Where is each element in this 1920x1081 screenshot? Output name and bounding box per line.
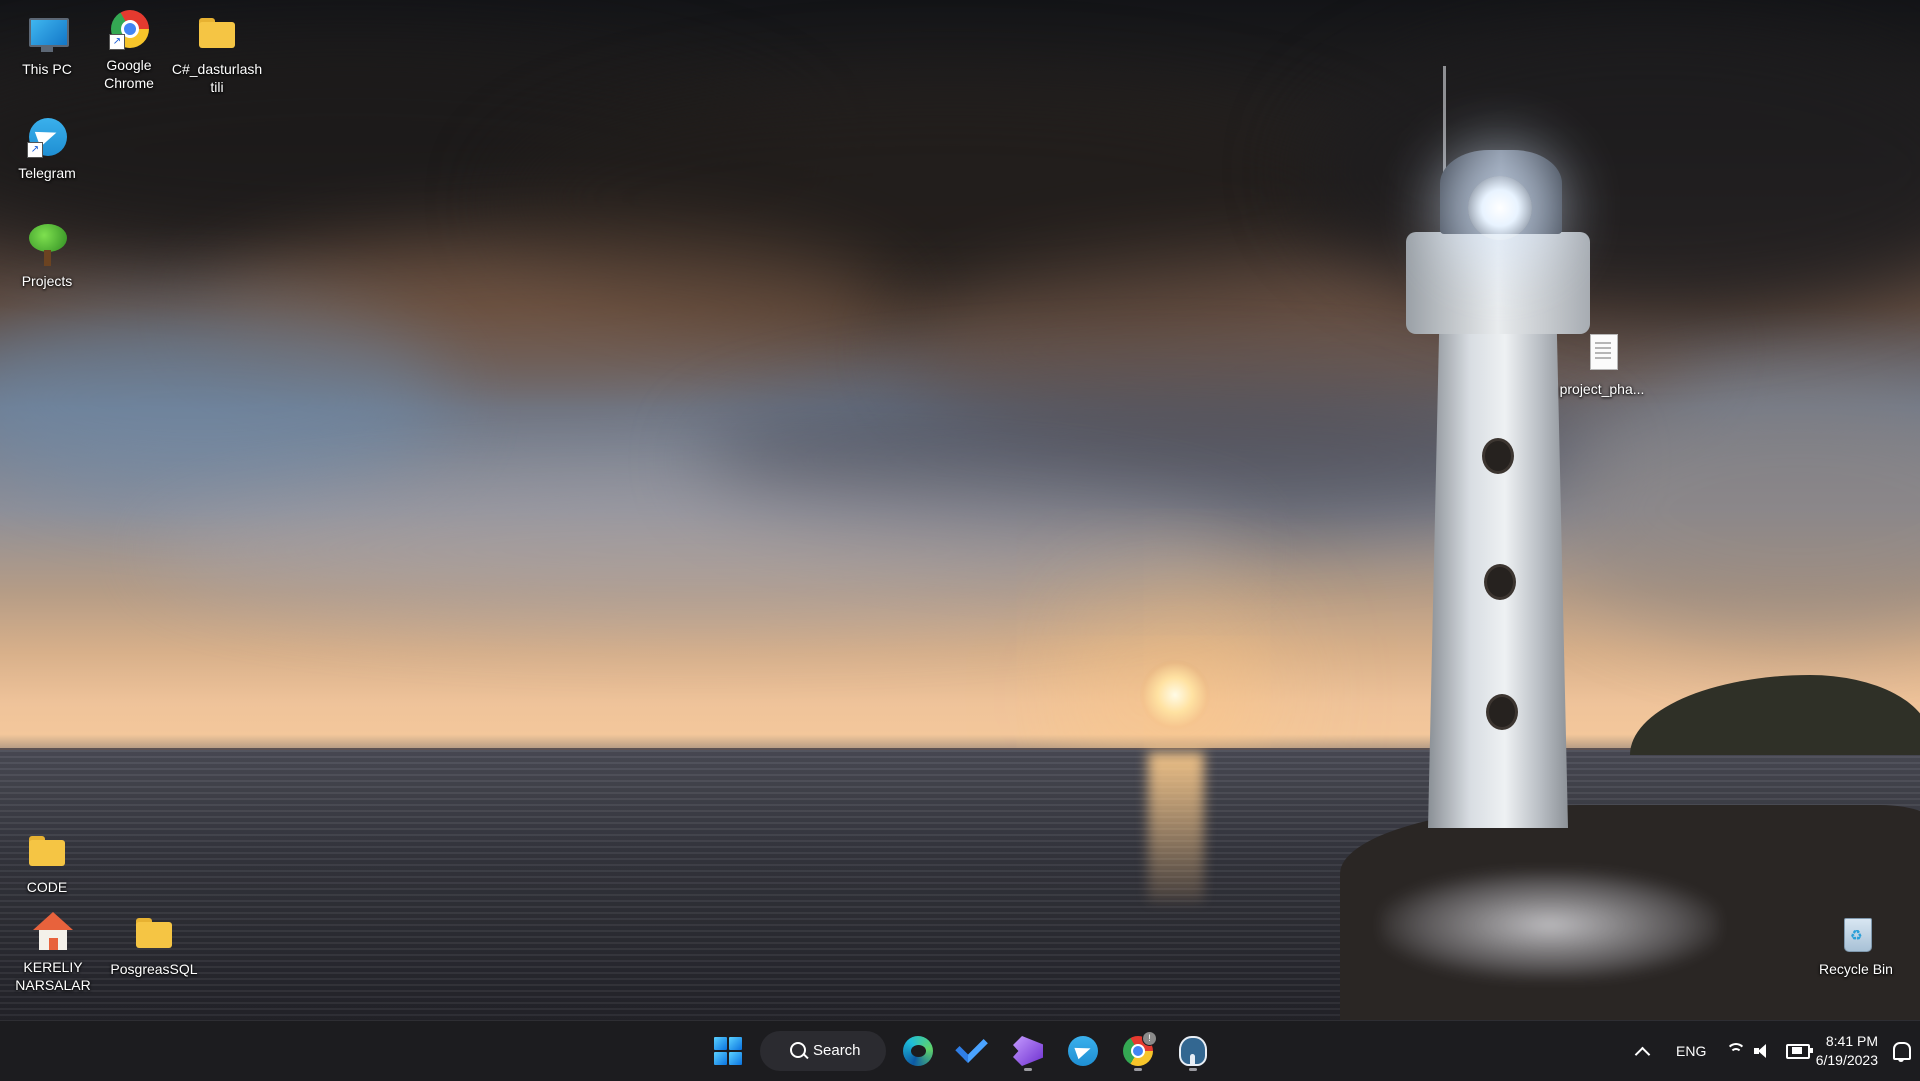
desktop-icon-label: Google Chrome (104, 57, 154, 91)
desktop-icon-label: project_pha... (1559, 381, 1645, 397)
volume-icon (1754, 1043, 1772, 1059)
desktop-wallpaper (0, 0, 1920, 1020)
lighthouse-mast (1443, 66, 1446, 176)
desktop-icon-projects[interactable]: Projects (2, 224, 92, 290)
monitor-icon (25, 12, 69, 56)
taskbar-app-todo[interactable] (951, 1029, 995, 1073)
taskbar-search[interactable]: Search (760, 1031, 886, 1071)
folder-icon (25, 830, 69, 874)
start-button[interactable] (706, 1029, 750, 1073)
desktop-icon-label: C#_dasturlash tili (171, 61, 263, 95)
battery-charging-icon (1786, 1043, 1813, 1059)
taskbar-app-telegram[interactable] (1061, 1029, 1105, 1073)
folder-icon (132, 912, 176, 956)
telegram-icon (1068, 1036, 1098, 1066)
desktop-icon-label: KERELIY NARSALAR (15, 959, 91, 993)
text-document-icon (1580, 332, 1624, 376)
windows-logo-icon (714, 1037, 742, 1065)
island-headland (1630, 675, 1920, 755)
notification-badge: ! (1142, 1031, 1157, 1046)
desktop-icon-label: Recycle Bin (1819, 961, 1893, 977)
wave-foam (1380, 870, 1720, 980)
desktop-icon-code-folder[interactable]: CODE (2, 830, 92, 896)
desktop-icon-label: PosgreasSQL (110, 961, 198, 977)
running-indicator (1024, 1068, 1032, 1071)
clock-time: 8:41 PM (1825, 1033, 1878, 1049)
clock-date: 6/19/2023 (1815, 1052, 1878, 1068)
chrome-icon: ↗ (107, 8, 151, 52)
desktop-icon-google-chrome[interactable]: ↗ Google Chrome (84, 8, 174, 92)
language-indicator[interactable]: ENG (1676, 1021, 1706, 1081)
notification-bell-icon (1893, 1042, 1911, 1062)
desktop-icon-telegram[interactable]: ↗ Telegram (2, 116, 92, 182)
taskbar: Search ! ENG 8:41 PM 6/19/2023 (0, 1020, 1920, 1081)
show-hidden-icons-button[interactable] (1630, 1021, 1654, 1081)
desktop-icon-label: This PC (22, 61, 72, 77)
desktop-icon-project-document[interactable]: project_pha... (1555, 332, 1649, 398)
taskbar-app-visual-studio[interactable] (1006, 1029, 1050, 1073)
taskbar-app-postgresql[interactable] (1171, 1029, 1215, 1073)
home-icon (31, 910, 75, 954)
lighthouse-light (1468, 176, 1532, 240)
taskbar-app-chrome[interactable]: ! (1116, 1029, 1160, 1073)
desktop-icon-label: CODE (26, 879, 68, 895)
running-indicator (1189, 1068, 1197, 1071)
clock-button[interactable]: 8:41 PM 6/19/2023 (1812, 1021, 1878, 1081)
todo-icon (955, 1030, 988, 1064)
folder-icon (195, 12, 239, 56)
notifications-button[interactable] (1892, 1021, 1912, 1081)
desktop-icon-kereliy-narsalar[interactable]: KERELIY NARSALAR (8, 910, 98, 994)
desktop-icon-csharp-folder[interactable]: C#_dasturlash tili (170, 12, 264, 96)
language-label: ENG (1676, 1043, 1707, 1059)
network-volume-battery-button[interactable] (1726, 1021, 1813, 1081)
edge-icon (903, 1036, 933, 1066)
chevron-up-icon (1634, 1046, 1650, 1062)
lighthouse-gallery (1406, 232, 1590, 334)
desktop-icon-posgreassql[interactable]: PosgreasSQL (108, 912, 200, 978)
taskbar-app-edge[interactable] (896, 1029, 940, 1073)
lighthouse-tower (1428, 328, 1568, 828)
tree-icon (25, 224, 69, 268)
running-indicator (1134, 1068, 1142, 1071)
visual-studio-icon (1013, 1036, 1043, 1066)
system-tray: ENG 8:41 PM 6/19/2023 (1580, 1021, 1920, 1081)
sun-reflection (1148, 752, 1204, 902)
wifi-icon (1726, 1043, 1746, 1059)
desktop-icon-this-pc[interactable]: This PC (2, 12, 92, 78)
recycle-bin-icon: ♻ (1834, 912, 1878, 956)
telegram-icon: ↗ (25, 116, 69, 160)
desktop-icon-label: Projects (21, 273, 73, 289)
desktop-icon-label: Telegram (18, 165, 76, 181)
desktop-icon-recycle-bin[interactable]: ♻ Recycle Bin (1808, 912, 1904, 978)
search-label: Search (813, 1042, 861, 1059)
postgresql-icon (1179, 1036, 1207, 1066)
sun (1140, 660, 1210, 730)
